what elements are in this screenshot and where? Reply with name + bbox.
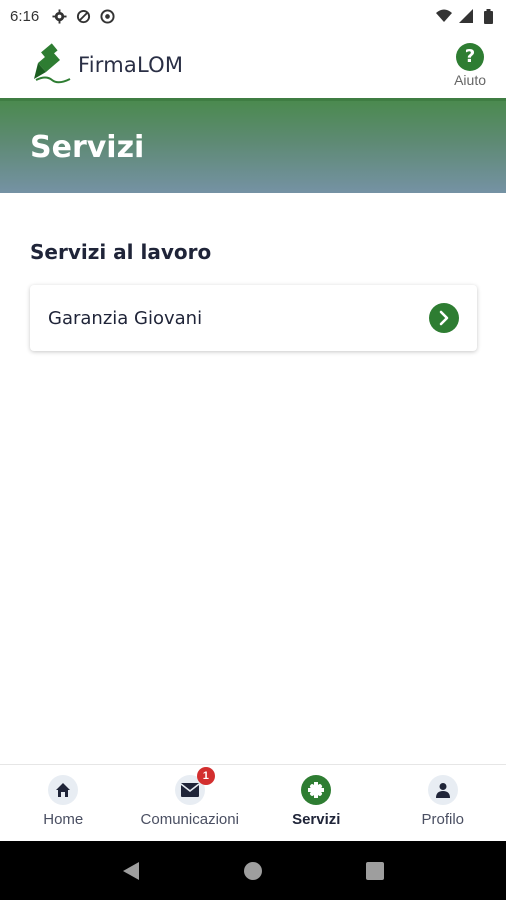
service-card-garanzia-giovani[interactable]: Garanzia Giovani (30, 285, 477, 351)
settings-icon (51, 8, 67, 24)
services-icon[interactable] (301, 775, 332, 805)
system-navigation-bar (0, 841, 506, 900)
user-icon[interactable] (427, 775, 458, 805)
nav-label-comunicazioni[interactable]: Comunicazioni (141, 811, 239, 828)
screen: 6:16 FirmaLOM ? Aiuto Servizi Servizi al… (0, 0, 506, 900)
pen-logo-icon (32, 41, 74, 89)
notification-badge: 1 (196, 767, 215, 785)
battery-icon (480, 8, 496, 24)
status-bar: 6:16 (0, 0, 506, 32)
nav-item-comunicazioni[interactable]: 1 Comunicazioni (127, 765, 254, 841)
service-card-label[interactable]: Garanzia Giovani (48, 308, 202, 329)
help-button[interactable]: ? Aiuto (454, 42, 486, 88)
home-icon[interactable] (48, 775, 79, 805)
nav-item-servizi[interactable]: Servizi (253, 765, 380, 841)
nav-label-servizi[interactable]: Servizi (292, 811, 340, 828)
help-icon[interactable]: ? (456, 42, 485, 71)
do-not-disturb-icon (99, 8, 115, 24)
page-header: Servizi (0, 98, 506, 193)
status-time: 6:16 (10, 7, 40, 25)
recents-icon[interactable] (363, 859, 387, 883)
status-icons-left (51, 8, 115, 24)
mail-icon[interactable]: 1 (174, 767, 215, 805)
nav-item-profilo[interactable]: Profilo (380, 765, 506, 841)
bottom-navigation: Home 1 Comunicazioni Servizi Profilo (0, 764, 506, 841)
nav-label-home[interactable]: Home (43, 811, 83, 828)
signal-icon (458, 8, 474, 24)
status-icons-right (436, 8, 496, 24)
page-title: Servizi (30, 129, 145, 165)
back-icon[interactable] (119, 859, 143, 883)
app-name: FirmaLOM (78, 53, 184, 77)
nav-item-home[interactable]: Home (0, 765, 127, 841)
help-label[interactable]: Aiuto (454, 72, 486, 88)
section-title: Servizi al lavoro (30, 240, 212, 264)
home-circle-icon[interactable] (241, 859, 265, 883)
nav-label-profilo[interactable]: Profilo (421, 811, 464, 828)
app-bar: FirmaLOM ? Aiuto (0, 32, 506, 98)
app-logo: FirmaLOM (32, 41, 183, 89)
chevron-right-icon[interactable] (429, 303, 459, 333)
data-saver-icon (75, 8, 91, 24)
wifi-icon (436, 8, 452, 24)
